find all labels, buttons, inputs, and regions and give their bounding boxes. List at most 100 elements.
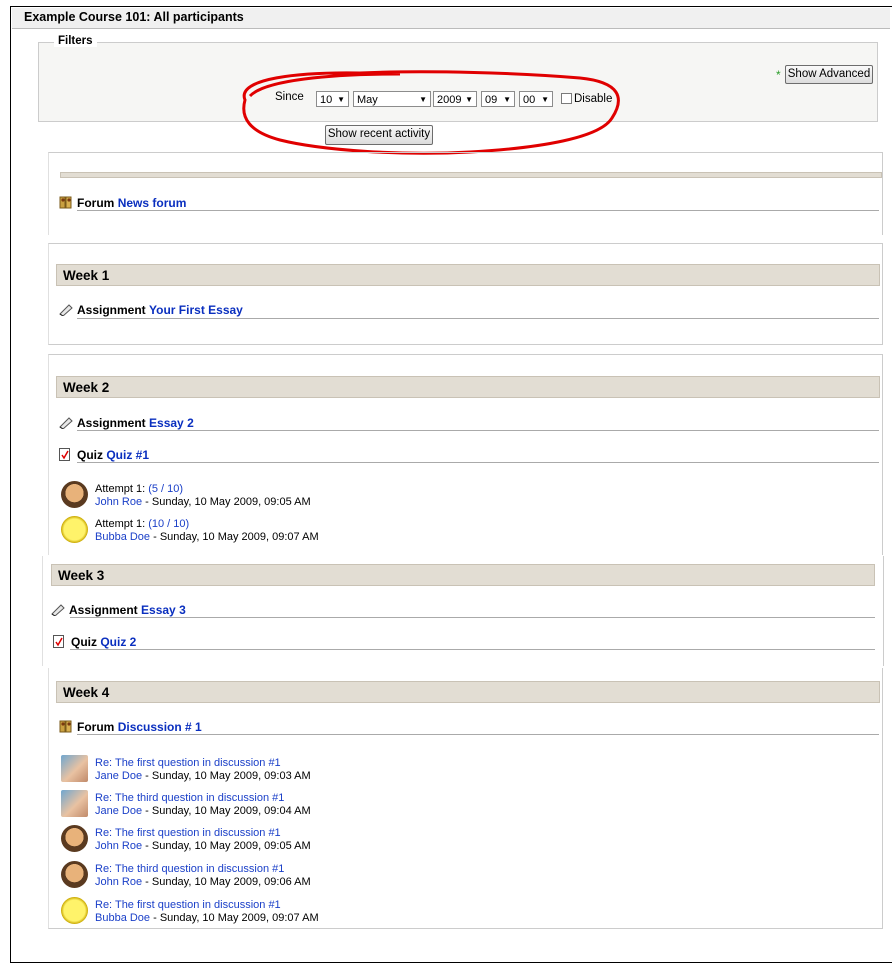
user-link[interactable]: John Roe [95,876,142,888]
activity-kind: Forum [77,720,115,734]
post-time: - Sunday, 10 May 2009, 09:06 AM [142,875,311,888]
avatar-jane-doe [61,790,88,817]
news-forum-link[interactable]: News forum [118,196,187,210]
post-entry: Re: The first question in discussion #1 … [95,757,311,782]
activity-kind: Assignment [77,416,146,430]
show-advanced-button[interactable]: Show Advanced [785,65,873,84]
chevron-down-icon: ▼ [337,95,345,104]
quiz-1-link[interactable]: Quiz #1 [106,448,149,462]
user-link[interactable]: John Roe [95,496,142,508]
user-link[interactable]: Bubba Doe [95,531,150,543]
post-entry: Re: The third question in discussion #1 … [95,863,311,888]
minute-select[interactable]: 00 ▼ [519,91,553,107]
year-select-value: 2009 [437,94,462,106]
post-time: - Sunday, 10 May 2009, 09:05 AM [142,839,311,852]
user-link[interactable]: Jane Doe [95,805,142,817]
attempt-entry: Attempt 1: (10 / 10) Bubba Doe - Sunday,… [95,518,319,543]
activity-row-quiz-2: Quiz Quiz 2 [53,635,136,649]
activity-kind: Quiz [77,448,103,462]
post-time: - Sunday, 10 May 2009, 09:04 AM [142,804,311,817]
avatar-bubba-doe [61,897,88,924]
activity-kind: Assignment [69,603,138,617]
essay-3-link[interactable]: Essay 3 [141,603,186,617]
chevron-down-icon: ▼ [503,95,511,104]
attempt-time: - Sunday, 10 May 2009, 09:05 AM [142,495,311,508]
section-general [48,152,883,235]
avatar-bubba-doe [61,516,88,543]
week-1-header: Week 1 [56,264,880,286]
user-link[interactable]: Jane Doe [95,770,142,782]
show-recent-activity-button[interactable]: Show recent activity [325,125,433,145]
activity-row-your-first-essay: Assignment Your First Essay [59,303,243,317]
forum-icon [59,720,73,733]
user-link[interactable]: Bubba Doe [95,912,150,924]
item-divider [77,430,879,431]
post-subject-link[interactable]: Re: The third question in discussion #1 [95,792,284,804]
quiz-icon [59,448,73,461]
avatar-jane-doe [61,755,88,782]
hour-select[interactable]: 09 ▼ [481,91,515,107]
post-subject-link[interactable]: Re: The third question in discussion #1 [95,863,284,875]
attempt-time: - Sunday, 10 May 2009, 09:07 AM [150,530,319,543]
post-time: - Sunday, 10 May 2009, 09:07 AM [150,911,319,924]
item-divider [70,617,875,618]
disable-label: Disable [574,93,613,105]
assignment-icon [51,603,65,617]
post-subject-link[interactable]: Re: The first question in discussion #1 [95,757,281,769]
attempt-entry: Attempt 1: (5 / 10) John Roe - Sunday, 1… [95,483,311,508]
post-subject-link[interactable]: Re: The first question in discussion #1 [95,899,281,911]
assignment-icon [59,416,73,430]
month-select-value: May [357,94,378,106]
attempt-label: Attempt 1: [95,518,146,530]
activity-kind: Forum [77,196,115,210]
disable-checkbox[interactable] [561,93,572,104]
item-divider [77,210,879,211]
item-divider [77,734,879,735]
chevron-down-icon: ▼ [465,95,473,104]
item-divider [77,318,879,319]
section-separator [60,172,882,178]
essay-2-link[interactable]: Essay 2 [149,416,194,430]
filters-legend: Filters [54,35,97,47]
avatar-john-roe [61,481,88,508]
quiz-icon [53,635,67,648]
day-select[interactable]: 10 ▼ [316,91,349,107]
attempt-score-link[interactable]: (10 / 10) [148,518,189,530]
week-3-header: Week 3 [51,564,875,586]
activity-row-discussion-1: Forum Discussion # 1 [59,720,202,734]
hour-select-value: 09 [485,94,498,106]
filters-fieldset [38,42,878,122]
year-select[interactable]: 2009 ▼ [433,91,477,107]
day-select-value: 10 [320,94,333,106]
attempt-label: Attempt 1: [95,483,146,495]
page-title: Example Course 101: All participants [24,10,244,24]
discussion-1-link[interactable]: Discussion # 1 [118,720,202,734]
item-divider [77,462,879,463]
activity-row-quiz-1: Quiz Quiz #1 [59,448,149,462]
minute-select-value: 00 [523,94,536,106]
user-link[interactable]: John Roe [95,840,142,852]
avatar-john-roe [61,825,88,852]
week-4-header: Week 4 [56,681,880,703]
post-entry: Re: The first question in discussion #1 … [95,899,319,924]
forum-icon [59,196,73,209]
post-time: - Sunday, 10 May 2009, 09:03 AM [142,769,311,782]
month-select[interactable]: May ▼ [353,91,431,107]
week-2-header: Week 2 [56,376,880,398]
attempt-score-link[interactable]: (5 / 10) [148,483,183,495]
avatar-john-roe [61,861,88,888]
activity-row-essay-3: Assignment Essay 3 [51,603,186,617]
your-first-essay-link[interactable]: Your First Essay [149,303,243,317]
activity-row-news-forum: Forum News forum [59,196,186,210]
chevron-down-icon: ▼ [541,95,549,104]
activity-kind: Quiz [71,635,97,649]
post-entry: Re: The first question in discussion #1 … [95,827,311,852]
item-divider [70,649,875,650]
post-subject-link[interactable]: Re: The first question in discussion #1 [95,827,281,839]
section-week-1 [48,243,883,345]
activity-row-essay-2: Assignment Essay 2 [59,416,194,430]
quiz-2-link[interactable]: Quiz 2 [100,635,136,649]
activity-kind: Assignment [77,303,146,317]
required-mark: * [776,68,781,82]
chevron-down-icon: ▼ [419,95,427,104]
